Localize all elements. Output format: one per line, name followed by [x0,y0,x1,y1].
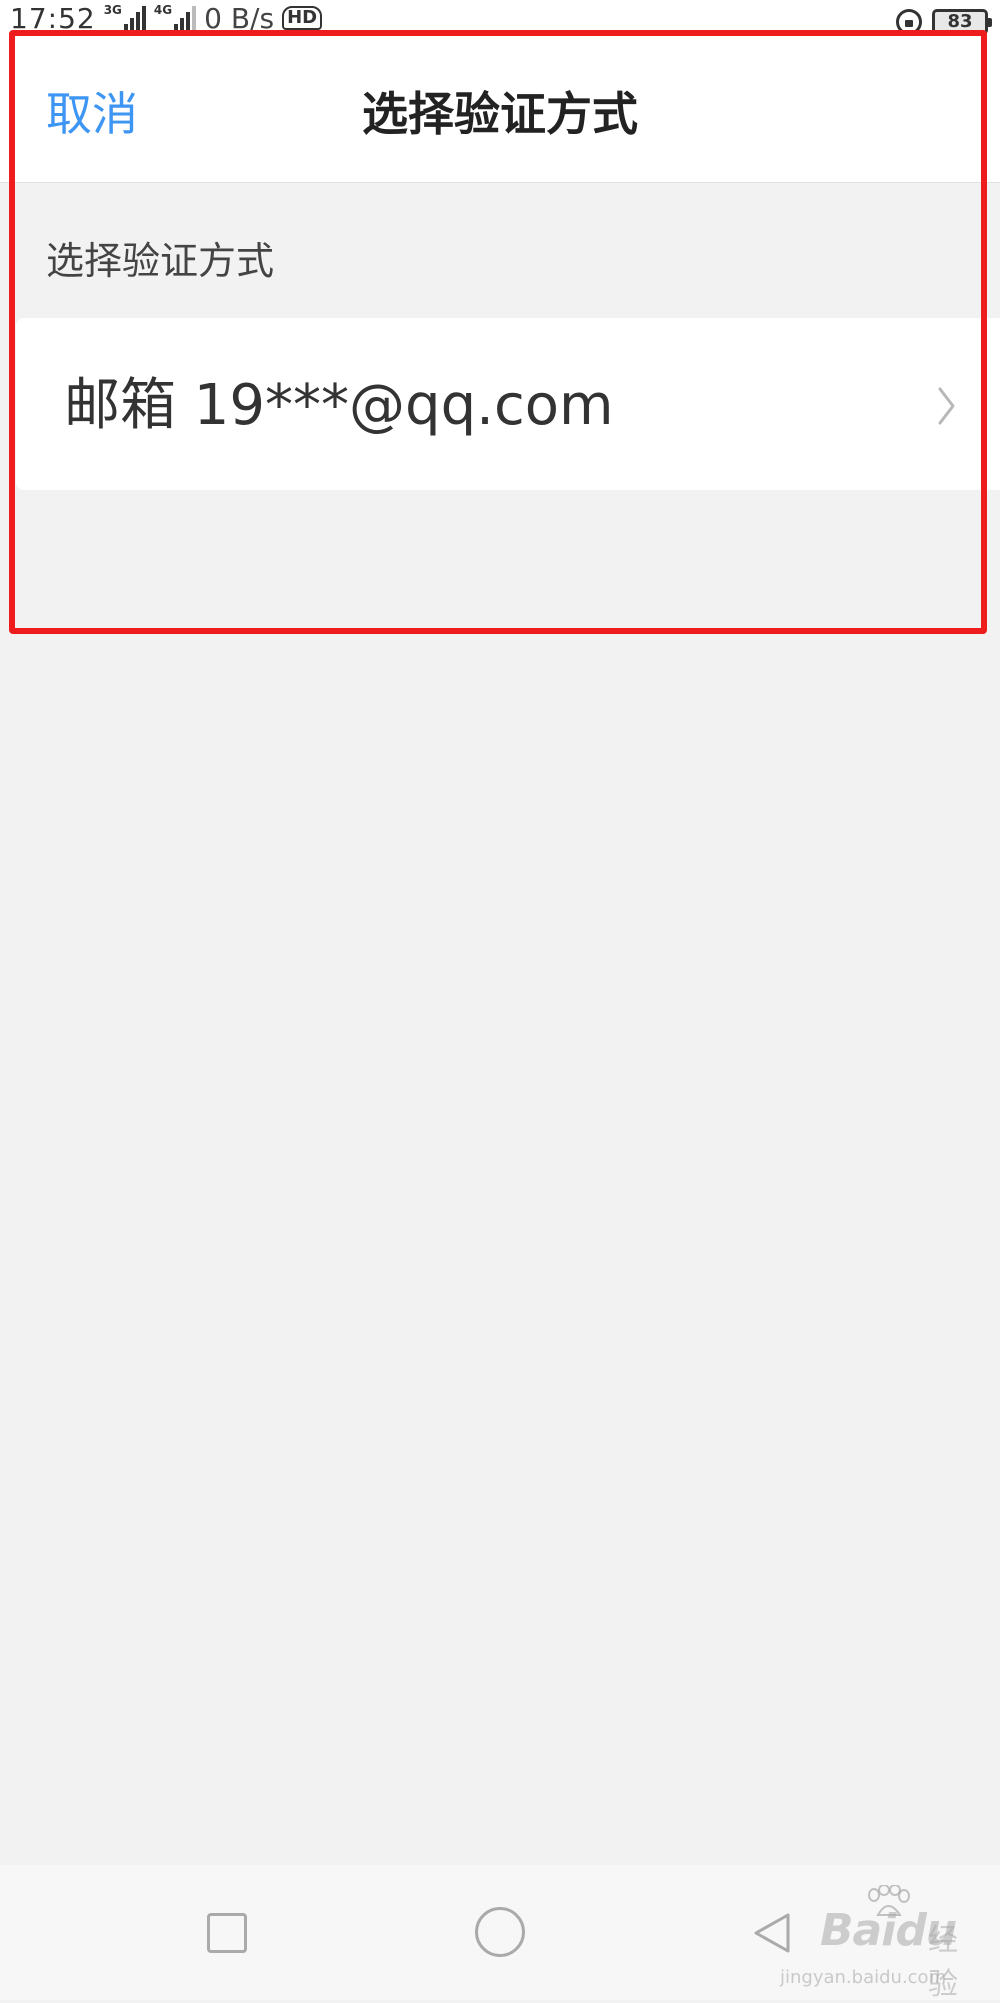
section-label: 选择验证方式 [46,239,275,283]
option-label: 邮箱 19***@qq.com [64,373,614,438]
system-nav-bar: Baidu 经验 jingyan.baidu.com [0,1865,1000,2002]
signal-strength-icon [123,6,146,30]
network-type-label: 3G [103,3,122,17]
status-time: 17:52 [10,1,96,35]
back-icon[interactable] [748,1909,796,1957]
recent-apps-icon[interactable] [207,1913,247,1953]
network-type-label-2: 4G [153,3,173,17]
network-speed: 0 B/s [204,1,275,35]
watermark-url: jingyan.baidu.com [780,1967,947,1988]
hd-voice-icon: HD [282,6,323,30]
chevron-right-icon [938,387,955,425]
status-right: 83 [896,6,992,38]
verify-option-email[interactable]: 邮箱 19***@qq.com [16,318,1000,490]
battery-level: 83 [947,11,973,32]
baidu-paw-icon [868,1885,910,1916]
baidu-jingyan-watermark: Baidu 经验 jingyan.baidu.com [780,1885,980,2002]
battery-icon: 83 [932,9,992,35]
nav-header: 取消 选择验证方式 [0,42,1000,183]
watermark-brand: Baidu [820,1905,957,1956]
page-title: 选择验证方式 [362,87,638,141]
rotation-lock-icon [896,9,922,35]
status-left: 17:52 3G 4G 0 B/s HD [10,0,323,38]
status-bar: 17:52 3G 4G 0 B/s HD 83 [0,0,1000,42]
home-icon[interactable] [475,1907,525,1957]
watermark-jingyan: 经验 [928,1923,958,2002]
signal-strength-icon-2 [174,6,197,30]
